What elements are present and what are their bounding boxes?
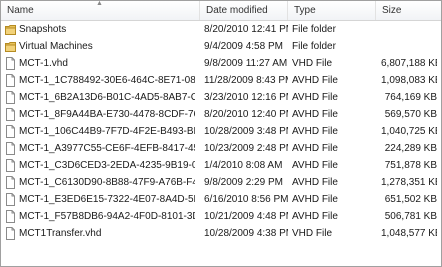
file-date-modified: 1/4/2010 8:08 AM <box>204 160 283 171</box>
file-date-modified: 10/28/2009 4:38 PM <box>204 228 288 239</box>
file-size: 764,169 KB <box>384 92 437 103</box>
file-type: AVHD File <box>292 143 338 154</box>
file-type: VHD File <box>292 58 333 69</box>
column-header-type-label: Type <box>294 5 316 16</box>
file-icon <box>5 210 16 223</box>
file-row[interactable]: MCT-1_F57B8DB6-94A2-4F0D-8101-3D70C2... 1… <box>1 208 441 225</box>
file-type: AVHD File <box>292 160 338 171</box>
file-size: 224,289 KB <box>384 143 437 154</box>
file-size: 1,278,351 KB <box>381 177 437 188</box>
file-date-modified: 3/23/2010 12:16 PM <box>204 92 288 103</box>
file-date-modified: 11/28/2009 8:43 PM <box>204 75 288 86</box>
file-row[interactable]: MCT-1_E3ED6E15-7322-4E07-8A4D-5DD534... 6… <box>1 191 441 208</box>
file-icon <box>5 108 16 121</box>
file-row[interactable]: Virtual Machines 9/4/2009 4:58 PM File fol… <box>1 38 441 55</box>
column-header-name-label: Name <box>7 5 34 16</box>
file-name: MCT1Transfer.vhd <box>19 228 102 239</box>
file-date-modified: 9/8/2009 11:27 AM <box>204 58 288 69</box>
file-name: Virtual Machines <box>19 41 93 52</box>
file-type: AVHD File <box>292 75 338 86</box>
file-name: MCT-1_C3D6CED3-2EDA-4235-9B19-0942FB... <box>19 160 195 171</box>
file-name: MCT-1_E3ED6E15-7322-4E07-8A4D-5DD534... <box>19 194 195 205</box>
file-size: 1,098,083 KB <box>381 75 437 86</box>
folder-icon <box>5 40 16 53</box>
file-size: 569,570 KB <box>384 109 437 120</box>
column-header-date-label: Date modified <box>206 5 268 16</box>
column-header-date-modified[interactable]: Date modified <box>199 1 287 20</box>
file-name: MCT-1_A3977C55-CE6F-4EFB-8417-45285D... <box>19 143 195 154</box>
file-row[interactable]: MCT-1_1C788492-30E6-464C-8E71-08E6A0... 1… <box>1 72 441 89</box>
file-type: AVHD File <box>292 194 338 205</box>
file-icon <box>5 142 16 155</box>
file-size: 506,781 KB <box>384 211 437 222</box>
file-size <box>381 38 437 55</box>
file-name: MCT-1_8F9A44BA-E730-4478-8CDF-761799... <box>19 109 195 120</box>
file-type: File folder <box>292 24 336 35</box>
file-date-modified: 8/20/2010 12:41 PM <box>204 24 288 35</box>
file-icon <box>5 57 16 70</box>
file-row[interactable]: MCT-1_C6130D90-8B88-47F9-A76B-F4BA10... 9… <box>1 174 441 191</box>
file-type: AVHD File <box>292 177 338 188</box>
file-type: VHD File <box>292 228 333 239</box>
file-row[interactable]: MCT1Transfer.vhd 10/28/2009 4:38 PM VHD Fi… <box>1 225 441 242</box>
file-list-view: ▲ Name Date modified Type Size Snapshots… <box>0 0 442 267</box>
column-header-name[interactable]: ▲ Name <box>1 1 199 20</box>
file-date-modified: 9/8/2009 2:29 PM <box>204 177 283 188</box>
column-header-type[interactable]: Type <box>287 1 375 20</box>
file-date-modified: 10/28/2009 3:48 PM <box>204 126 288 137</box>
file-row[interactable]: MCT-1.vhd 9/8/2009 11:27 AM VHD File 6,807,… <box>1 55 441 72</box>
file-name: MCT-1_1C788492-30E6-464C-8E71-08E6A0... <box>19 75 195 86</box>
column-header-size-label: Size <box>382 5 402 16</box>
file-date-modified: 9/4/2009 4:58 PM <box>204 41 283 52</box>
file-type: AVHD File <box>292 109 338 120</box>
file-name: MCT-1_106C44B9-7F7D-4F2E-B493-BE870E... <box>19 126 195 137</box>
file-date-modified: 10/21/2009 4:48 PM <box>204 211 288 222</box>
file-size <box>381 21 437 38</box>
file-type: AVHD File <box>292 92 338 103</box>
file-size: 651,502 KB <box>384 194 437 205</box>
file-size: 1,048,577 KB <box>381 228 437 239</box>
file-name: MCT-1.vhd <box>19 58 68 69</box>
sort-ascending-icon: ▲ <box>96 0 103 7</box>
file-date-modified: 10/23/2009 2:48 PM <box>204 143 288 154</box>
file-type: AVHD File <box>292 211 338 222</box>
file-icon <box>5 91 16 104</box>
file-type: AVHD File <box>292 126 338 137</box>
file-icon <box>5 193 16 206</box>
file-icon <box>5 227 16 240</box>
file-icon <box>5 159 16 172</box>
file-row[interactable]: MCT-1_106C44B9-7F7D-4F2E-B493-BE870E... 1… <box>1 123 441 140</box>
file-row[interactable]: MCT-1_C3D6CED3-2EDA-4235-9B19-0942FB... 1… <box>1 157 441 174</box>
file-name: MCT-1_6B2A13D6-B01C-4AD5-8AB7-C039A... <box>19 92 195 103</box>
file-row[interactable]: MCT-1_A3977C55-CE6F-4EFB-8417-45285D... 1… <box>1 140 441 157</box>
file-row[interactable]: MCT-1_6B2A13D6-B01C-4AD5-8AB7-C039A... 3/… <box>1 89 441 106</box>
file-icon <box>5 125 16 138</box>
file-size: 751,878 KB <box>384 160 437 171</box>
file-size: 6,807,188 KB <box>381 58 437 69</box>
file-name: MCT-1_C6130D90-8B88-47F9-A76B-F4BA10... <box>19 177 195 188</box>
file-icon <box>5 176 16 189</box>
column-header-size[interactable]: Size <box>375 1 441 20</box>
folder-icon <box>5 23 16 36</box>
file-name: Snapshots <box>19 24 67 35</box>
file-type: File folder <box>292 41 336 52</box>
column-header-bar: ▲ Name Date modified Type Size <box>1 1 441 21</box>
file-row[interactable]: MCT-1_8F9A44BA-E730-4478-8CDF-761799... 8… <box>1 106 441 123</box>
file-date-modified: 6/16/2010 8:56 PM <box>204 194 288 205</box>
file-icon <box>5 74 16 87</box>
file-row[interactable]: Snapshots 8/20/2010 12:41 PM File folder <box>1 21 441 38</box>
file-name: MCT-1_F57B8DB6-94A2-4F0D-8101-3D70C2... <box>19 211 195 222</box>
file-size: 1,040,725 KB <box>381 126 437 137</box>
file-date-modified: 8/20/2010 12:40 PM <box>204 109 288 120</box>
